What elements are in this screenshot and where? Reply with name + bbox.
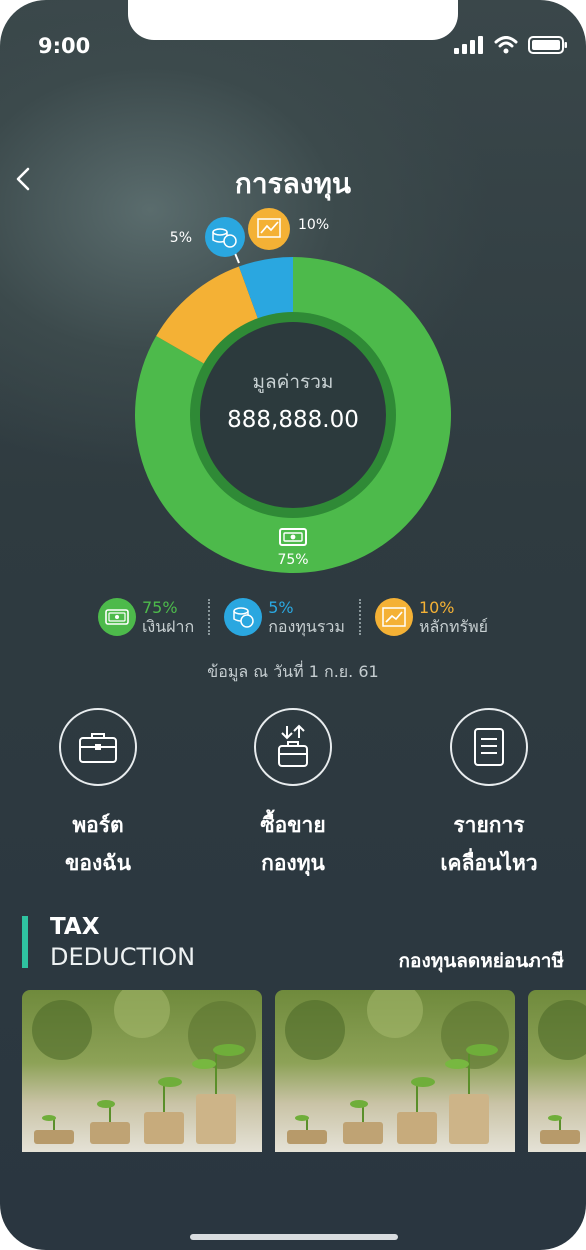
my-portfolio-button[interactable]: พอร์ตของฉัน <box>8 708 188 882</box>
buy-sell-icon <box>254 708 332 786</box>
status-time: 9:00 <box>38 34 91 58</box>
phone-screen: 9:00 การลงทุน มูลค่ารวม 888,888.00 75% 5… <box>0 0 586 1250</box>
status-icons <box>454 36 568 54</box>
legend-pct-stock: 10% <box>418 598 455 617</box>
coins-icon <box>224 598 263 636</box>
tax-fund-carousel <box>22 990 586 1152</box>
tax-fund-card[interactable] <box>22 990 262 1152</box>
legend-label-deposit: เงินฝาก <box>141 617 195 636</box>
action-label-line1: รายการ <box>453 813 525 837</box>
action-label-line2: ของฉัน <box>65 851 131 875</box>
data-as-of-date: ข้อมูล ณ วันที่ 1 ก.ย. 61 <box>207 662 379 681</box>
slice-label-stock: 10% <box>298 217 329 233</box>
legend-item-stock: 10% หลักทรัพย์ <box>361 598 502 636</box>
banknote-icon <box>97 598 136 636</box>
briefcase-icon <box>59 708 137 786</box>
legend-label-fund: กองทุนรวม <box>268 617 345 636</box>
tax-fund-card[interactable] <box>528 990 586 1152</box>
tax-saving-funds-link[interactable]: กองทุนลดหย่อนภาษี <box>399 946 564 976</box>
action-label-line2: เคลื่อนไหว <box>440 851 538 875</box>
legend-item-deposit: 75% เงินฝาก <box>84 598 208 636</box>
home-indicator[interactable] <box>190 1234 398 1240</box>
signal-icon <box>454 36 483 54</box>
coins-plants-photo <box>528 990 586 1152</box>
slice-label-fund: 5% <box>170 230 192 246</box>
slice-label-deposit: 75% <box>277 552 308 568</box>
legend-item-fund: 5% กองทุนรวม <box>210 598 359 636</box>
action-label-line1: พอร์ต <box>72 813 124 837</box>
action-label-line1: ซื้อขาย <box>260 813 326 837</box>
transactions-button[interactable]: รายการเคลื่อนไหว <box>399 708 579 882</box>
buy-sell-fund-button[interactable]: ซื้อขายกองทุน <box>203 708 383 882</box>
battery-icon <box>528 36 567 54</box>
action-label-line2: กองทุน <box>261 851 325 875</box>
tax-heading-line1: TAX <box>50 914 100 940</box>
legend-label-stock: หลักทรัพย์ <box>418 617 489 636</box>
tax-fund-card[interactable] <box>275 990 515 1152</box>
chart-legend: 75% เงินฝาก 5% กองทุนรวม 10% หลักทรัพย์ <box>0 598 586 636</box>
legend-pct-deposit: 75% <box>141 598 178 617</box>
legend-pct-fund: 5% <box>268 598 294 617</box>
coins-plants-photo <box>22 990 262 1152</box>
portfolio-donut-chart: มูลค่ารวม 888,888.00 75% 5% 10% <box>134 208 451 573</box>
total-value-label: มูลค่ารวม <box>253 371 334 393</box>
document-list-icon <box>450 708 528 786</box>
section-accent-bar <box>22 916 28 968</box>
notch <box>128 0 458 40</box>
total-value-amount: 888,888.00 <box>227 407 359 433</box>
wifi-icon <box>494 36 518 54</box>
trend-chart-icon <box>374 598 413 636</box>
coins-plants-photo <box>275 990 515 1152</box>
tax-heading-line2: DEDUCTION <box>50 943 196 971</box>
